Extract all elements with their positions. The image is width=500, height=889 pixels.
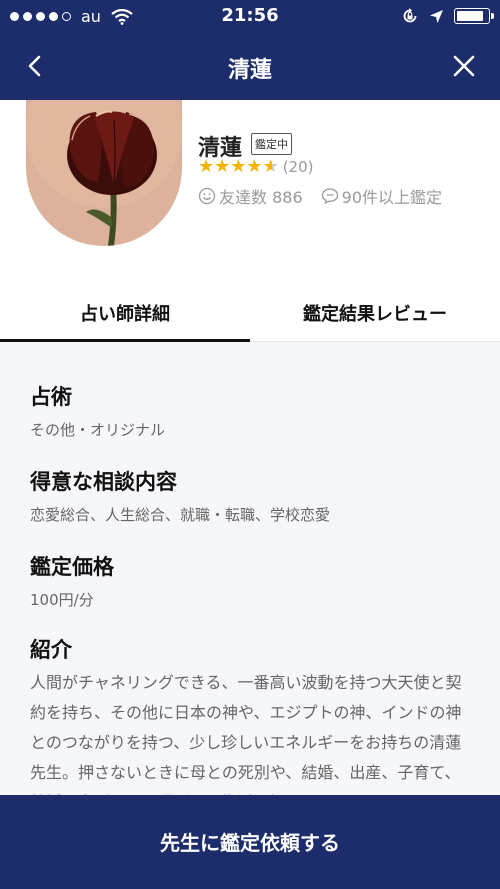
smiley-icon xyxy=(198,187,216,205)
intro-text: 人間がチャネリングできる、一番高い波動を持つ大天使と契約を持ち、その他に日本の神… xyxy=(30,673,462,795)
half-star-icon: ★ xyxy=(262,156,279,177)
specialty-value: 恋愛総合、人生総合、就職・転職、学校恋愛 xyxy=(30,506,331,524)
star-icon: ★ xyxy=(246,156,263,177)
close-icon[interactable] xyxy=(446,48,482,84)
avatar xyxy=(26,100,182,246)
profile-header: 清蓮 鑑定中 ★ ★ ★ ★ ★ (20) 友達数 886 90件以上鑑定 xyxy=(0,100,500,290)
intro-heading: 紹介 xyxy=(30,638,72,662)
tulip-photo xyxy=(26,100,182,246)
advisor-stats: 友達数 886 90件以上鑑定 xyxy=(198,184,442,208)
reading-count: 90件以上鑑定 xyxy=(341,188,443,207)
divination-value: その他・オリジナル xyxy=(30,421,166,439)
battery-icon xyxy=(454,8,494,24)
request-reading-button[interactable]: 先生に鑑定依頼する xyxy=(0,795,500,889)
page-title: 清蓮 xyxy=(227,58,272,83)
tab-bar: 占い師詳細 鑑定結果レビュー xyxy=(0,290,500,342)
status-badge: 鑑定中 xyxy=(251,133,292,155)
rotation-lock-icon xyxy=(403,8,417,23)
tab-advisor-details[interactable]: 占い師詳細 xyxy=(0,290,250,342)
friend-count: 友達数 886 xyxy=(219,188,303,207)
location-arrow-icon xyxy=(430,9,443,23)
star-icon: ★ xyxy=(198,156,215,177)
price-heading: 鑑定価格 xyxy=(30,555,114,579)
battery-fill xyxy=(457,11,484,21)
chat-bubble-icon xyxy=(321,188,338,205)
price-value: 100円/分 xyxy=(30,591,94,609)
nav-bar: 清蓮 xyxy=(0,32,500,100)
status-bar: au 21:56 xyxy=(0,0,500,32)
star-icon: ★ xyxy=(214,156,231,177)
active-tab-indicator xyxy=(0,339,250,342)
star-rating: ★ ★ ★ ★ ★ (20) xyxy=(198,156,314,177)
details-panel[interactable]: 占術 その他・オリジナル 得意な相談内容 恋愛総合、人生総合、就職・転職、学校恋… xyxy=(0,343,500,795)
review-count: (20) xyxy=(282,158,314,176)
specialty-heading: 得意な相談内容 xyxy=(30,470,177,494)
tab-reviews[interactable]: 鑑定結果レビュー xyxy=(250,290,500,342)
divination-heading: 占術 xyxy=(30,385,72,409)
star-icon: ★ xyxy=(230,156,247,177)
